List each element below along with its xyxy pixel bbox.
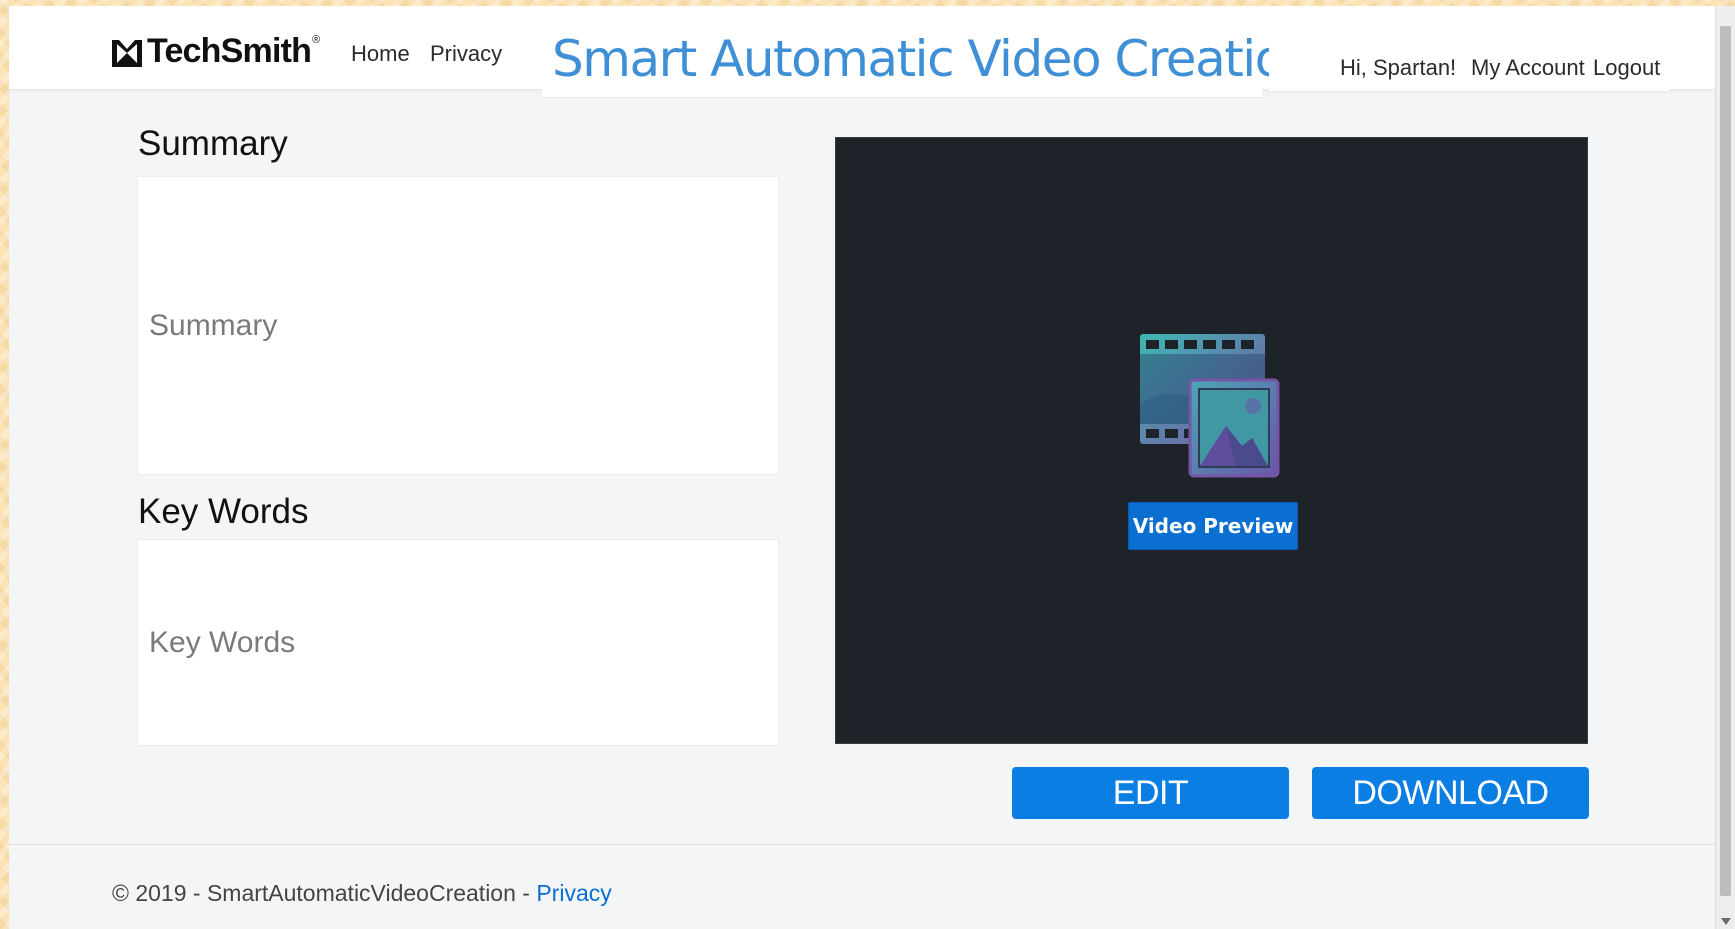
site-title: Smart Automatic Video Creation <box>552 30 1315 88</box>
footer-text: © 2019 - SmartAutomaticVideoCreation - P… <box>112 880 612 907</box>
scroll-down-arrow-icon[interactable] <box>1721 918 1731 925</box>
site-title-box: Smart Automatic Video Creation <box>542 24 1315 98</box>
logout-link[interactable]: Logout <box>1593 55 1660 81</box>
video-preview-panel[interactable]: Video Preview <box>835 137 1588 744</box>
summary-placeholder: Summary <box>149 308 278 342</box>
my-account-link[interactable]: My Account <box>1471 55 1585 81</box>
brand-name: TechSmith <box>147 32 312 70</box>
vertical-scrollbar[interactable] <box>1715 6 1735 929</box>
video-image-icon <box>1140 334 1280 478</box>
footer-copyright: © 2019 - SmartAutomaticVideoCreation - <box>112 880 537 906</box>
brand-logo[interactable]: TechSmith ® <box>112 32 320 71</box>
footer-privacy-link[interactable]: Privacy <box>536 880 611 906</box>
top-navbar: TechSmith ® Home Privacy Smart Automatic … <box>9 6 1715 98</box>
nav-privacy-link[interactable]: Privacy <box>430 41 502 67</box>
brand-registered-mark: ® <box>312 33 320 46</box>
nav-home-link[interactable]: Home <box>351 41 410 67</box>
user-menu: Hi, Spartan! My Account Logout <box>1269 44 1669 92</box>
summary-textbox[interactable]: Summary <box>137 176 779 475</box>
video-preview-badge: Video Preview <box>1128 502 1298 550</box>
techsmith-logo-icon <box>112 39 142 67</box>
page-footer: © 2019 - SmartAutomaticVideoCreation - P… <box>9 844 1715 929</box>
keywords-heading: Key Words <box>138 492 309 531</box>
browser-viewport: TechSmith ® Home Privacy Smart Automatic … <box>9 6 1715 929</box>
scrollbar-thumb[interactable] <box>1720 26 1731 896</box>
edit-button[interactable]: EDIT <box>1012 767 1289 819</box>
download-button[interactable]: DOWNLOAD <box>1312 767 1589 819</box>
keywords-textbox[interactable]: Key Words <box>137 539 779 746</box>
user-greeting-link[interactable]: Hi, Spartan! <box>1340 55 1456 81</box>
keywords-placeholder: Key Words <box>149 625 296 659</box>
summary-heading: Summary <box>138 124 288 163</box>
